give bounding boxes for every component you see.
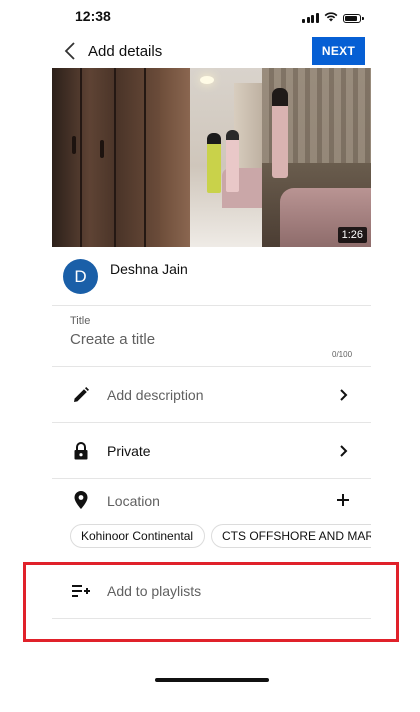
chevron-right-icon xyxy=(340,445,348,457)
status-time: 12:38 xyxy=(75,8,111,24)
battery-icon xyxy=(342,13,364,23)
status-icons xyxy=(302,9,364,27)
character-counter: 0/100 xyxy=(332,350,353,359)
video-duration-badge: 1:26 xyxy=(337,227,367,243)
location-chip[interactable]: CTS OFFSHORE AND MAR… xyxy=(211,524,371,548)
wifi-icon xyxy=(324,9,338,27)
location-chip[interactable]: Kohinoor Continental xyxy=(70,524,205,548)
divider xyxy=(52,305,371,306)
cellular-signal-icon xyxy=(302,13,319,23)
add-icon[interactable] xyxy=(336,493,350,507)
video-frame-thumbnail xyxy=(262,68,371,247)
lock-icon xyxy=(72,442,90,460)
video-preview[interactable]: 1:26 xyxy=(52,68,371,247)
visibility-row[interactable]: Private xyxy=(52,423,371,478)
channel-name: Deshna Jain xyxy=(110,261,188,277)
home-indicator[interactable] xyxy=(155,678,269,682)
pencil-icon xyxy=(72,386,90,404)
add-description-row[interactable]: Add description xyxy=(52,367,371,422)
avatar: D xyxy=(63,259,98,294)
location-row[interactable]: Location xyxy=(52,479,371,519)
location-label: Location xyxy=(107,493,160,509)
back-arrow-icon[interactable] xyxy=(60,41,80,61)
title-field-label: Title xyxy=(70,315,91,327)
visibility-label: Private xyxy=(107,443,151,459)
add-description-label: Add description xyxy=(107,387,204,403)
video-frame-thumbnail xyxy=(52,68,160,247)
video-frame-thumbnail xyxy=(160,68,262,247)
page-title: Add details xyxy=(88,43,163,60)
location-pin-icon xyxy=(72,491,90,509)
next-button[interactable]: NEXT xyxy=(312,37,365,65)
title-input[interactable] xyxy=(70,331,330,348)
highlight-box xyxy=(23,562,399,642)
chevron-right-icon xyxy=(340,389,348,401)
